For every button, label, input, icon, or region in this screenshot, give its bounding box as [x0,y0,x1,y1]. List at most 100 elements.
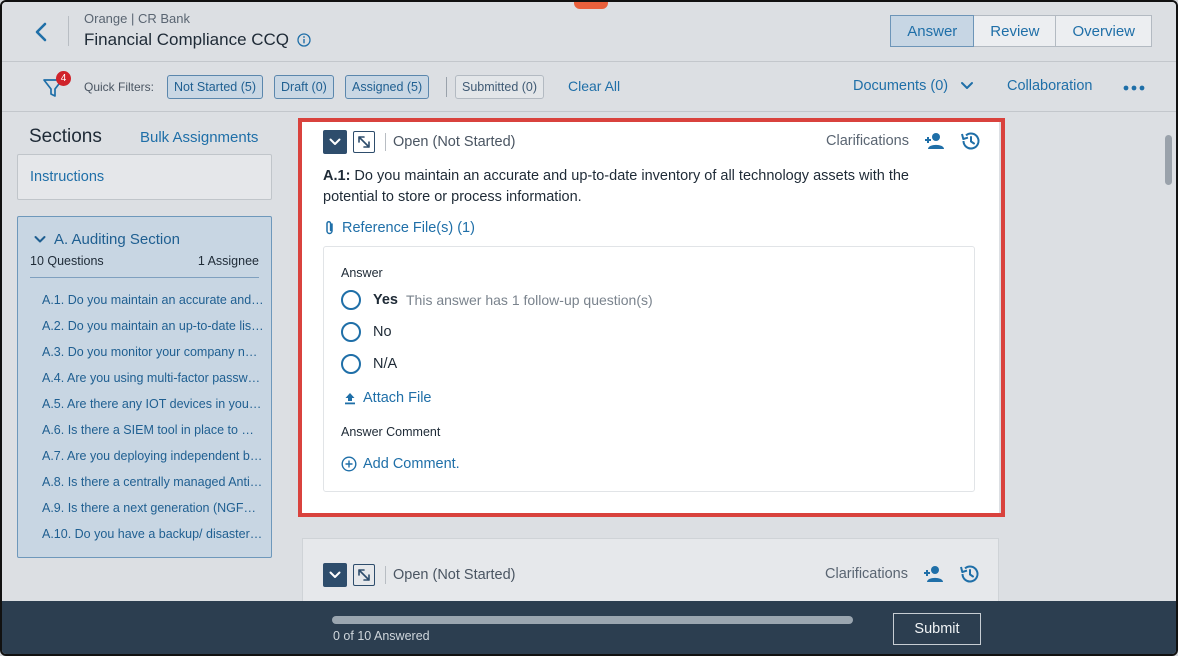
radio-yes[interactable] [341,290,361,310]
question-id: A.1: [323,168,351,184]
chevron-down-icon [329,571,341,578]
submit-button[interactable]: Submit [893,613,981,645]
question-actions: Clarifications [826,130,981,152]
view-tabs: Answer Review Overview [890,15,1152,47]
chevron-down-icon [329,138,341,145]
expand-icon[interactable] [353,131,375,153]
chip-submitted[interactable]: Submitted (0) [455,75,545,99]
add-comment-label: Add Comment. [363,456,460,472]
filter-bar: 4 Quick Filters: Not Started (5) Draft (… [2,62,1176,112]
clear-all-link[interactable]: Clear All [568,78,620,94]
answer-option-no[interactable]: No [341,322,392,342]
section-divider [30,277,259,278]
upload-icon [345,393,355,405]
filter-count-badge: 4 [56,71,71,86]
info-icon[interactable] [297,33,311,47]
question-link[interactable]: A.6. Is there a SIEM tool in place to mo… [42,417,264,443]
collapse-button[interactable] [323,563,347,587]
option-label: No [373,324,392,340]
assign-user-icon[interactable] [922,563,944,585]
option-label: Yes [373,292,398,308]
question-link[interactable]: A.7. Are you deploying independent backu… [42,443,264,469]
chip-draft[interactable]: Draft (0) [274,75,334,99]
expand-icon[interactable] [353,564,375,586]
answer-comment-label: Answer Comment [341,425,441,439]
plus-circle-icon [341,456,357,472]
question-card: Open (Not Started) Clarifications A.1: D… [302,122,999,513]
question-text: A.1: Do you maintain an accurate and up-… [323,166,943,208]
assign-user-icon[interactable] [923,130,945,152]
tab-review[interactable]: Review [974,15,1057,47]
clarifications-link[interactable]: Clarifications [826,133,909,149]
documents-label: Documents (0) [853,78,949,94]
progress-text: 0 of 10 Answered [333,629,430,643]
tab-overview[interactable]: Overview [1056,15,1152,47]
progress-bar [332,616,853,624]
question-card-2: Open (Not Started) Clarifications [302,538,999,608]
app-window: Orange | CR Bank Financial Compliance CC… [0,0,1178,656]
top-bar: Orange | CR Bank Financial Compliance CC… [2,2,1176,62]
more-options-icon[interactable] [1122,78,1146,98]
option-label: N/A [373,356,398,372]
section-panel: A. Auditing Section 10 Questions 1 Assig… [17,216,272,558]
question-link[interactable]: A.8. Is there a centrally managed Antivi… [42,469,264,495]
clarifications-link[interactable]: Clarifications [825,566,908,582]
documents-dropdown[interactable]: Documents (0) [853,78,974,94]
main-scrollbar[interactable] [1162,127,1174,597]
radio-no[interactable] [341,322,361,342]
assignee-count: 1 Assignee [197,254,259,268]
header-divider [68,16,69,46]
question-link[interactable]: A.1. Do you maintain an accurate and up-… [42,287,264,313]
history-icon[interactable] [959,130,981,152]
filter-divider [446,77,447,97]
section-meta: 10 Questions 1 Assignee [30,254,259,268]
add-comment-button[interactable]: Add Comment. [341,456,460,472]
reference-files-link[interactable]: Reference File(s) (1) [324,220,475,236]
answer-option-na[interactable]: N/A [341,354,397,374]
header-separator [385,133,386,151]
page-title-text: Financial Compliance CCQ [84,30,290,49]
scrollbar-thumb[interactable] [1165,135,1172,185]
back-button[interactable] [28,18,54,46]
answer-label: Answer [341,266,383,280]
collaboration-link[interactable]: Collaboration [1007,78,1092,94]
history-icon[interactable] [958,563,980,585]
quick-filters-label: Quick Filters: [84,80,155,94]
follow-up-hint: This answer has 1 follow-up question(s) [406,292,653,308]
paperclip-icon [326,220,333,235]
chevron-down-icon [961,82,974,89]
section-header[interactable]: A. Auditing Section [34,231,180,248]
attach-file-label: Attach File [363,390,432,406]
section-name: A. Auditing Section [54,231,180,248]
answer-option-yes[interactable]: Yes This answer has 1 follow-up question… [341,290,653,310]
chevron-down-icon [34,236,46,243]
question-link[interactable]: A.2. Do you maintain an up-to-date list … [42,313,264,339]
question-link[interactable]: A.3. Do you monitor your company network [42,339,264,365]
tab-answer[interactable]: Answer [890,15,975,47]
instructions-item[interactable]: Instructions [17,154,272,200]
attach-file-button[interactable]: Attach File [343,390,432,406]
chip-assigned[interactable]: Assigned (5) [345,75,430,99]
radio-na[interactable] [341,354,361,374]
answer-box: Answer Yes This answer has 1 follow-up q… [323,246,975,492]
header-separator [385,566,386,584]
question-link[interactable]: A.4. Are you using multi-factor password… [42,365,264,391]
question-status: Open (Not Started) [393,567,516,583]
question-status: Open (Not Started) [393,134,516,150]
footer-bar: 0 of 10 Answered Submit [2,601,1176,654]
question-link[interactable]: A.5. Are there any IOT devices in your n… [42,391,264,417]
question-link[interactable]: A.9. Is there a next generation (NGFW) f… [42,495,264,521]
sections-title: Sections [29,126,102,147]
chip-not-started[interactable]: Not Started (5) [167,75,263,99]
question-count: 10 Questions [30,254,104,268]
collapse-button[interactable] [323,130,347,154]
breadcrumb: Orange | CR Bank [84,11,190,26]
question-card-header: Open (Not Started) [323,563,516,587]
page-title: Financial Compliance CCQ [84,30,311,50]
question-link[interactable]: A.10. Do you have a backup/ disaster rec… [42,521,264,547]
question-body: Do you maintain an accurate and up-to-da… [323,168,909,205]
question-list: A.1. Do you maintain an accurate and up-… [42,287,264,547]
bulk-assignments-link[interactable]: Bulk Assignments [140,129,258,146]
notification-tab [574,2,608,9]
chevron-left-icon [35,22,47,42]
